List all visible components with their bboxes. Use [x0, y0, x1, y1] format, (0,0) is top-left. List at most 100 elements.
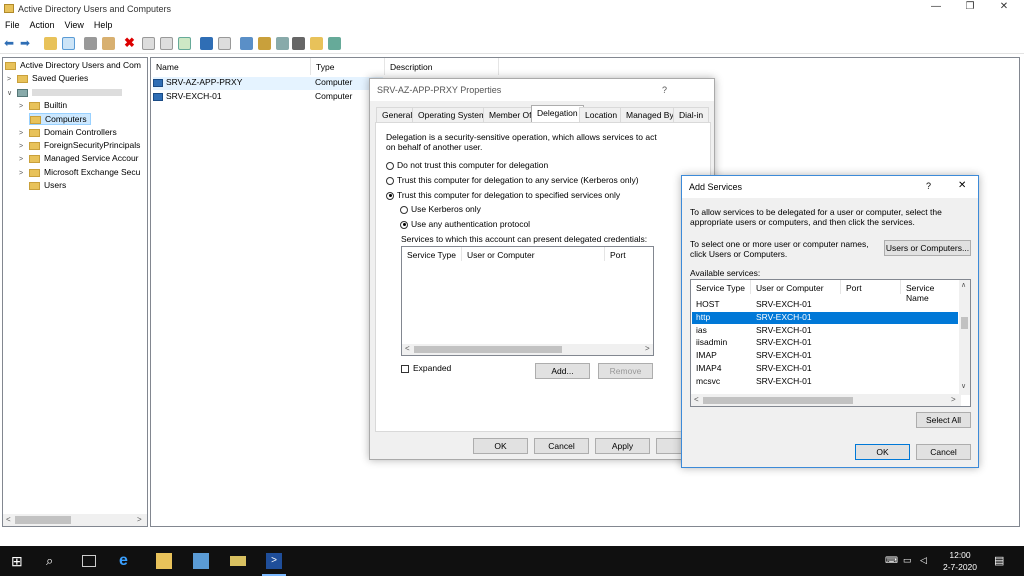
properties-icon[interactable]	[142, 37, 155, 50]
notifications-icon[interactable]: ▤	[994, 554, 1004, 567]
tab-managed-by[interactable]: Managed By	[620, 107, 680, 122]
help-icon[interactable]: ?	[926, 181, 931, 191]
tree-managed-service-accounts[interactable]: > Managed Service Accour	[19, 153, 139, 166]
service-row-selected[interactable]: http SRV-EXCH-01	[692, 312, 958, 324]
tab-operating-system[interactable]: Operating System	[412, 107, 493, 122]
close-button[interactable]: ✕	[988, 1, 1020, 15]
column-port[interactable]: Port	[605, 247, 653, 261]
column-description[interactable]: Description	[385, 58, 499, 75]
expand-icon[interactable]: >	[19, 156, 27, 163]
column-user-or-computer[interactable]: User or Computer	[751, 280, 841, 294]
list-item[interactable]: SRV-EXCH-01 Computer	[153, 91, 383, 104]
list-horizontal-scrollbar[interactable]: < >	[402, 344, 653, 355]
cancel-button[interactable]: Cancel	[916, 444, 971, 460]
network-icon[interactable]: ▭	[903, 555, 912, 566]
scroll-up-icon[interactable]: ∧	[961, 281, 966, 289]
add-button[interactable]: Add...	[535, 363, 590, 379]
scroll-down-icon[interactable]: ∨	[961, 382, 966, 390]
expand-icon[interactable]: >	[19, 143, 27, 150]
expand-icon[interactable]: >	[19, 130, 27, 137]
service-row[interactable]: HOST SRV-EXCH-01	[692, 299, 958, 311]
tree-horizontal-scrollbar[interactable]: < >	[3, 514, 147, 526]
service-row[interactable]: iisadmin SRV-EXCH-01	[692, 337, 958, 349]
tree-microsoft-exchange[interactable]: > Microsoft Exchange Secu	[19, 167, 140, 180]
filter-icon[interactable]	[292, 37, 305, 50]
tab-delegation[interactable]: Delegation	[531, 105, 584, 123]
expand-icon[interactable]: >	[19, 103, 27, 110]
column-service-type[interactable]: Service Type	[402, 247, 462, 261]
find-icon[interactable]	[310, 37, 323, 50]
apply-button[interactable]: Apply	[595, 438, 650, 454]
export-icon[interactable]	[178, 37, 191, 50]
help-icon[interactable]	[200, 37, 213, 50]
scroll-thumb[interactable]	[961, 317, 968, 329]
select-all-button[interactable]: Select All	[916, 412, 971, 428]
service-row[interactable]: ias SRV-EXCH-01	[692, 325, 958, 337]
scroll-left-icon[interactable]: <	[405, 344, 410, 353]
tree-domain-controllers[interactable]: > Domain Controllers	[19, 127, 117, 140]
clock[interactable]: 12:00 2-7-2020	[936, 549, 984, 573]
tab-dial-in[interactable]: Dial-in	[673, 107, 710, 122]
list-horizontal-scrollbar[interactable]: < >	[691, 394, 961, 406]
paste-icon[interactable]	[102, 37, 115, 50]
remove-button[interactable]: Remove	[598, 363, 653, 379]
maximize-button[interactable]: ❐	[954, 1, 986, 15]
column-user-or-computer[interactable]: User or Computer	[462, 247, 605, 261]
help-icon[interactable]: ?	[662, 85, 667, 95]
powershell-icon[interactable]: >	[266, 553, 282, 569]
new-ou-icon[interactable]	[276, 37, 289, 50]
scroll-thumb[interactable]	[414, 346, 562, 353]
scroll-thumb[interactable]	[703, 397, 853, 404]
scroll-left-icon[interactable]: <	[6, 515, 11, 524]
up-folder-icon[interactable]	[44, 37, 57, 50]
option-any-protocol[interactable]: Use any authentication protocol	[400, 219, 530, 229]
cut-icon[interactable]	[84, 37, 97, 50]
start-icon[interactable]: ⊞	[11, 553, 27, 569]
tree-domain[interactable]: ∨	[7, 87, 122, 100]
file-explorer-icon[interactable]	[156, 553, 172, 569]
column-type[interactable]: Type	[311, 58, 385, 75]
server-manager-icon[interactable]	[193, 553, 209, 569]
expand-icon[interactable]: >	[7, 76, 15, 83]
ok-button[interactable]: OK	[855, 444, 910, 460]
tree-saved-queries[interactable]: > Saved Queries	[7, 73, 88, 86]
back-icon[interactable]: ⬅	[4, 37, 17, 50]
delegated-services-list[interactable]: Service Type User or Computer Port < >	[401, 246, 654, 356]
list-item[interactable]: SRV-AZ-APP-PRXY Computer	[153, 77, 383, 90]
option-kerberos-only[interactable]: Use Kerberos only	[400, 204, 481, 214]
tree-computers[interactable]: Computers	[19, 113, 91, 126]
tree-foreign-security-principals[interactable]: > ForeignSecurityPrincipals	[19, 140, 140, 153]
option-any-service[interactable]: Trust this computer for delegation to an…	[386, 175, 639, 185]
tree-builtin[interactable]: > Builtin	[19, 100, 67, 113]
task-view-icon[interactable]	[82, 555, 96, 567]
refresh-icon[interactable]	[160, 37, 173, 50]
menu-help[interactable]: Help	[89, 18, 118, 32]
scroll-right-icon[interactable]: >	[137, 515, 142, 524]
tab-location[interactable]: Location	[579, 107, 624, 122]
new-user-icon[interactable]	[240, 37, 253, 50]
tab-member-of[interactable]: Member Of	[483, 107, 538, 122]
scroll-thumb[interactable]	[15, 516, 71, 524]
scroll-right-icon[interactable]: >	[951, 395, 956, 404]
service-row[interactable]: IMAP SRV-EXCH-01	[692, 350, 958, 362]
new-group-icon[interactable]	[258, 37, 271, 50]
minimize-button[interactable]: —	[920, 1, 952, 15]
delete-icon[interactable]: ✖	[124, 36, 137, 50]
menu-file[interactable]: File	[0, 18, 25, 32]
forward-icon[interactable]: ➡	[20, 37, 33, 50]
column-service-type[interactable]: Service Type	[691, 280, 751, 294]
service-row[interactable]: IMAP4 SRV-EXCH-01	[692, 363, 958, 375]
scroll-right-icon[interactable]: >	[645, 344, 650, 353]
collapse-icon[interactable]: ∨	[7, 89, 15, 97]
service-row[interactable]: mcsvc SRV-EXCH-01	[692, 376, 958, 388]
menu-action[interactable]: Action	[25, 18, 60, 32]
search-icon[interactable]: ⌕	[46, 553, 62, 569]
column-name[interactable]: Name	[151, 58, 311, 75]
column-port[interactable]: Port	[841, 280, 901, 294]
list-vertical-scrollbar[interactable]: ∧ ∨	[959, 280, 970, 395]
close-icon[interactable]: ✕	[958, 180, 966, 191]
show-tree-icon[interactable]	[62, 37, 75, 50]
menu-view[interactable]: View	[60, 18, 89, 32]
edge-icon[interactable]: e	[119, 553, 135, 569]
option-specified-services[interactable]: Trust this computer for delegation to sp…	[386, 190, 620, 200]
